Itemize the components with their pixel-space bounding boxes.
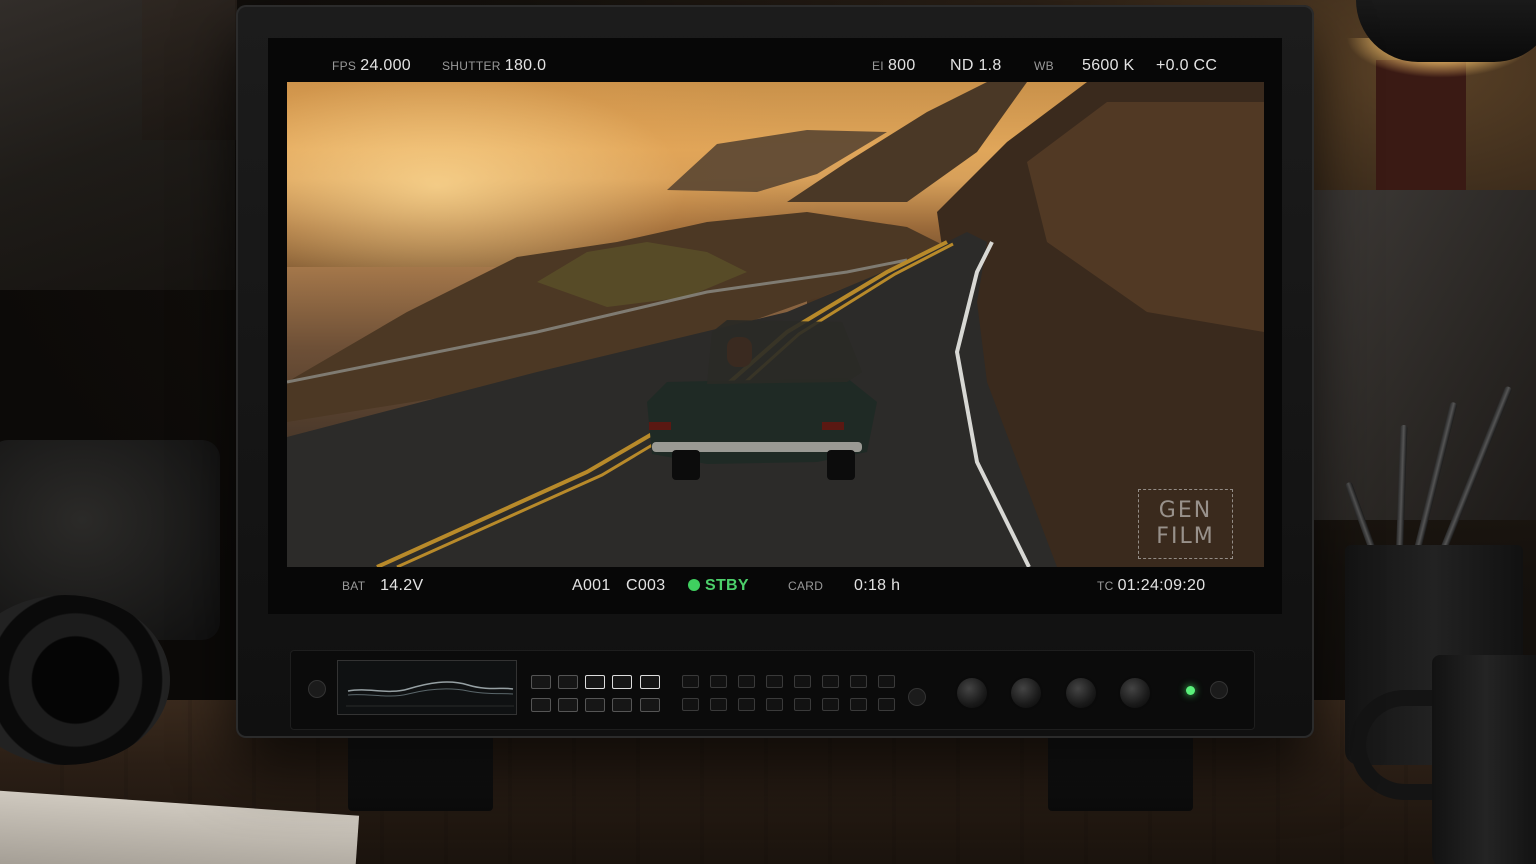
- adjust-knob[interactable]: [1120, 678, 1150, 708]
- preset-button[interactable]: [738, 675, 755, 688]
- adjust-knob[interactable]: [1066, 678, 1096, 708]
- clip-readout: C003: [626, 577, 665, 595]
- waveform-trace: [346, 681, 514, 707]
- preset-button[interactable]: [766, 675, 783, 688]
- nd-readout: ND 1.8: [950, 57, 1002, 75]
- function-button[interactable]: [585, 675, 605, 689]
- power-led-icon: [1186, 686, 1195, 695]
- record-status-label: STBY: [705, 577, 749, 594]
- preset-button[interactable]: [878, 698, 895, 711]
- wb-readout: WB: [1034, 57, 1058, 75]
- preset-button[interactable]: [850, 698, 867, 711]
- preset-button[interactable]: [766, 698, 783, 711]
- battery-label: BAT: [342, 579, 366, 593]
- clip-value: C003: [626, 577, 666, 594]
- cc-readout: +0.0 CC: [1156, 57, 1217, 75]
- standby-button[interactable]: [1210, 681, 1228, 699]
- monitor-stand-left: [348, 733, 493, 811]
- preset-button[interactable]: [738, 698, 755, 711]
- function-button[interactable]: [531, 698, 551, 712]
- wb-value: 5600 K: [1082, 57, 1135, 74]
- watermark-line-1: GEN: [1158, 498, 1213, 523]
- ei-label: EI: [872, 59, 884, 73]
- function-button[interactable]: [612, 675, 632, 689]
- preset-button[interactable]: [682, 675, 699, 688]
- reel-readout: A001: [572, 577, 611, 595]
- fps-readout: FPS 24.000: [332, 57, 411, 75]
- record-status-dot-icon: [688, 579, 700, 591]
- waveform-scope: [337, 660, 517, 715]
- menu-button[interactable]: [908, 688, 926, 706]
- nd-value: ND 1.8: [950, 57, 1002, 74]
- preset-button[interactable]: [794, 698, 811, 711]
- ei-readout: EI 800: [872, 57, 916, 75]
- preset-button[interactable]: [822, 698, 839, 711]
- card-remaining: 0:18 h: [854, 577, 900, 595]
- wb-label: WB: [1034, 59, 1054, 73]
- preset-button[interactable]: [878, 675, 895, 688]
- shutter-value: 180.0: [504, 57, 547, 74]
- wall-photo: [142, 0, 237, 140]
- wall-panel: [1314, 190, 1536, 520]
- timecode-label: TC: [1097, 579, 1114, 593]
- adjust-knob[interactable]: [957, 678, 987, 708]
- fps-value: 24.000: [360, 57, 411, 74]
- shutter-readout: SHUTTER 180.0: [442, 57, 546, 75]
- fps-label: FPS: [332, 59, 357, 73]
- preset-button[interactable]: [822, 675, 839, 688]
- genfilm-watermark: GEN FILM: [1138, 489, 1233, 559]
- card-value: 0:18 h: [854, 577, 901, 594]
- coffee-mug: [1432, 655, 1536, 864]
- function-button[interactable]: [558, 675, 578, 689]
- reel-value: A001: [572, 577, 611, 594]
- card-label: CARD: [788, 579, 824, 593]
- preset-button[interactable]: [710, 675, 727, 688]
- record-status: STBY: [688, 577, 749, 595]
- card-readout: CARD: [788, 577, 827, 595]
- timecode-value: 01:24:09:20: [1117, 577, 1206, 594]
- ei-value: 800: [887, 57, 916, 74]
- wall-panel: [1376, 60, 1466, 195]
- function-button[interactable]: [558, 698, 578, 712]
- function-button[interactable]: [640, 675, 660, 689]
- camera-image: [287, 82, 1264, 567]
- preset-button[interactable]: [850, 675, 867, 688]
- cc-value: +0.0 CC: [1156, 57, 1218, 74]
- adjust-knob[interactable]: [1011, 678, 1041, 708]
- function-button[interactable]: [531, 675, 551, 689]
- function-button[interactable]: [585, 698, 605, 712]
- wb-value-readout: 5600 K: [1082, 57, 1135, 75]
- function-button[interactable]: [640, 698, 660, 712]
- preset-button[interactable]: [794, 675, 811, 688]
- coastal-road-scene: [287, 82, 1264, 567]
- monitor-stand-right: [1048, 733, 1193, 811]
- function-button[interactable]: [612, 698, 632, 712]
- preset-button[interactable]: [710, 698, 727, 711]
- preset-button[interactable]: [682, 698, 699, 711]
- battery-readout: BAT 14.2V: [342, 577, 423, 595]
- battery-value: 14.2V: [380, 577, 424, 594]
- timecode-readout: TC 01:24:09:20: [1097, 577, 1205, 595]
- power-switch[interactable]: [308, 680, 326, 698]
- watermark-line-2: FILM: [1156, 524, 1215, 549]
- shutter-label: SHUTTER: [442, 59, 501, 73]
